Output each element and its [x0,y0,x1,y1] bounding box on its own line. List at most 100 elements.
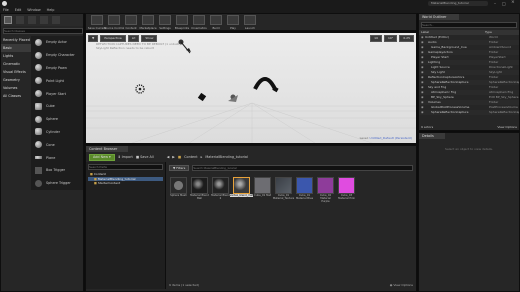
sky-sphere-dome[interactable] [253,77,277,90]
search-classes-input[interactable] [3,28,83,34]
cylinder-icon [35,128,42,136]
category-cinematic[interactable]: Cinematic [1,60,31,68]
asset-thumbnail [317,177,334,194]
perspective-button[interactable]: Perspective [100,35,126,42]
outliner-row[interactable]: ◉ SphereReflectionCapture SphereReflection… [419,110,519,115]
place-mode-icon[interactable] [4,16,12,24]
player-start-icon[interactable] [228,94,238,103]
back-icon[interactable]: ◀ [167,155,170,159]
asset-tile[interactable]: Cube_01 Mat [253,177,272,203]
import-icon: ⬇ [117,155,121,159]
point-light-icon [35,77,42,85]
category-all-classes[interactable]: All Classes [1,92,31,100]
forward-icon[interactable]: ▶ [172,155,175,159]
menu-help[interactable]: Help [47,8,55,12]
place-item[interactable]: Cylinder [31,126,83,139]
menu-edit[interactable]: Edit [15,8,22,12]
asset-tile[interactable]: Material Blend Ball [190,177,209,203]
breadcrumb-separator-icon: ▸ [200,155,203,159]
place-item[interactable]: Player Start [31,87,83,100]
asset-view: ▼ Filters Sphere Mesh Material Blend Bal… [166,162,416,289]
view-options-button[interactable]: ◉ View Options [390,283,413,287]
save-icon [91,14,103,25]
content-button[interactable]: Content [123,14,139,30]
rotation-snap-button[interactable]: 10° [383,35,398,42]
asset-tile[interactable]: Cube_02 Material Purple [316,177,335,203]
cinematics-button[interactable]: Cinematics [191,14,207,30]
category-recently-placed[interactable]: Recently Placed [1,36,31,44]
import-button[interactable]: ⬇ Import [118,155,133,159]
sphere-icon [35,115,42,123]
asset-tile[interactable]: Cube_03 Material Pink [337,177,356,203]
content-browser-toolbar: Add New ▾ ⬇ Import ■ Save All ◀ ▶ ■ Content… [86,152,416,162]
place-item[interactable]: Cube [31,100,83,113]
build-button[interactable]: Build [208,14,224,30]
viewport-options-button[interactable]: ▼ [88,35,99,42]
asset-tile[interactable]: Cube_01 Material Blue [295,177,314,203]
landscape-mode-icon[interactable] [28,16,36,24]
place-item[interactable]: Empty Actor [31,36,83,49]
asset-thumbnail [275,177,292,194]
folder-tree: ■ Content ■ MaterialBlending_tutorial ■ … [88,172,163,186]
close-icon[interactable]: × [511,0,515,5]
asset-tile[interactable]: Cube_01 Material_Texture [273,177,294,203]
foliage-mode-icon[interactable] [40,16,48,24]
filters-button[interactable]: ▼ Filters [169,164,190,171]
breadcrumb-folder[interactable]: MaterialBlending_tutorial [205,155,248,159]
category-volumes[interactable]: Volumes [1,84,31,92]
show-button[interactable]: Show [141,35,158,42]
place-item[interactable]: Sphere Trigger [31,177,83,190]
menu-file[interactable]: File [3,8,9,12]
place-item[interactable]: Point Light [31,74,83,87]
save-all-button[interactable]: ■ Save All [136,155,154,159]
category-geometry[interactable]: Geometry [1,76,31,84]
world-outliner-tab[interactable]: World Outliner [419,14,459,20]
level-viewport[interactable]: ▼ Perspective Lit Show 10 10° 0.25 REFLE… [85,32,417,144]
category-basic[interactable]: Basic [1,44,31,52]
launch-button[interactable]: Launch [242,14,258,30]
grid-snap-button[interactable]: 10 [370,35,382,42]
category-lights[interactable]: Lights [1,52,31,60]
outliner-search-input[interactable] [421,22,517,28]
outliner-view-options[interactable]: View Options [497,125,517,129]
maximize-icon[interactable]: □ [502,1,506,6]
category-visual-effects[interactable]: Visual Effects [1,68,31,76]
asset-grid: Sphere Mesh Material Blend Ball Material… [169,177,413,203]
launch-icon [244,14,256,25]
asset-tile[interactable]: Material Blend 2 [211,177,230,203]
main-toolbar: Save Current Source Control Content Mark… [85,13,417,31]
menu-window[interactable]: Window [27,8,40,12]
place-item[interactable]: Empty Pawn [31,62,83,75]
add-new-button[interactable]: Add New ▾ [89,153,115,161]
outliner-footer: 9 actors View Options [419,124,519,130]
geometry-mode-icon[interactable] [52,16,60,24]
asset-tile[interactable]: Sphere Mesh [169,177,188,203]
save-current-button[interactable]: Save Current [88,14,106,30]
settings-button[interactable]: Settings [157,14,173,30]
lit-button[interactable]: Lit [127,35,140,42]
place-item[interactable]: Sphere [31,113,83,126]
details-tab[interactable]: Details [419,133,445,139]
reflection-capture-gizmo[interactable] [135,84,145,94]
breadcrumb-content[interactable]: Content [184,155,198,159]
search-assets-input[interactable] [192,164,413,171]
place-item[interactable]: Box Trigger [31,164,83,177]
modes-tools-row [1,14,83,26]
tree-item-startercontent[interactable]: ■ StarterContent [88,181,163,186]
asset-tile-selected[interactable]: vertex_blend_mat [229,177,254,203]
place-item[interactable]: Cone [31,138,83,151]
title-bar: MaterialBlending_tutorial – □ × [0,0,520,7]
folder-icon: ■ [90,172,93,176]
paint-mode-icon[interactable] [16,16,24,24]
source-control-button[interactable]: Source Control [104,14,124,30]
place-item[interactable]: Empty Character [31,49,83,62]
place-item[interactable]: Plane [31,151,83,164]
minimize-icon[interactable]: – [494,1,496,6]
asset-thumbnail [338,177,355,194]
search-paths-input[interactable] [88,164,163,170]
blueprints-button[interactable]: Blueprints [174,14,190,30]
scale-snap-button[interactable]: 0.25 [399,35,414,42]
marketplace-button[interactable]: Marketplace [139,14,157,30]
play-button[interactable]: Play [225,14,241,30]
sky-light-icon[interactable] [197,92,207,102]
